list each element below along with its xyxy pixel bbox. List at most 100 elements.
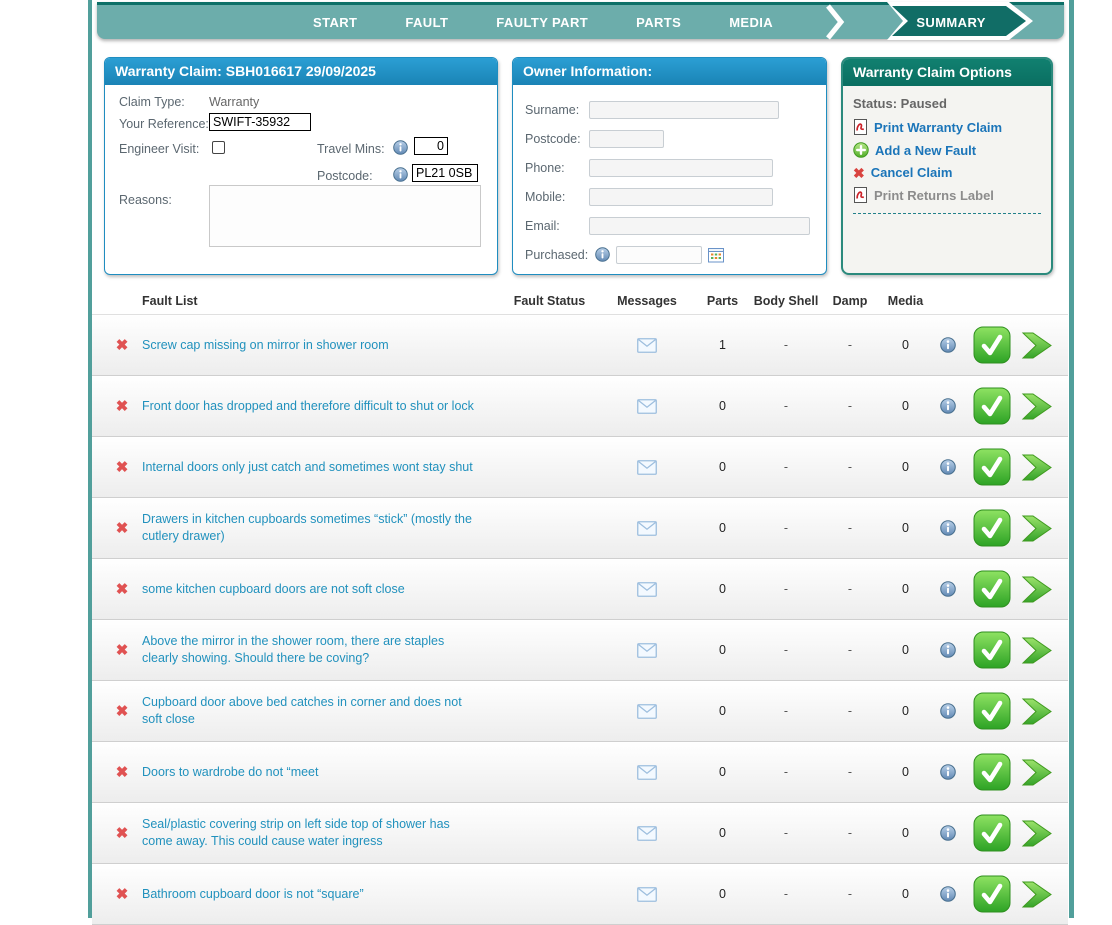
- pdf-icon: [853, 119, 868, 135]
- complete-fault-button[interactable]: [965, 753, 1018, 791]
- nav-step-summary[interactable]: SUMMARY: [887, 2, 1037, 42]
- delete-fault-icon[interactable]: ✖: [102, 641, 142, 659]
- travel-mins-info-icon[interactable]: [393, 140, 408, 155]
- delete-fault-icon[interactable]: ✖: [102, 397, 142, 415]
- messages-envelope-icon[interactable]: [602, 521, 692, 536]
- view-fault-arrow[interactable]: [1018, 388, 1055, 425]
- complete-fault-button[interactable]: [965, 875, 1018, 913]
- fault-link[interactable]: Cupboard door above bed catches in corne…: [142, 694, 497, 728]
- delete-fault-icon[interactable]: ✖: [102, 824, 142, 842]
- complete-fault-button[interactable]: [965, 448, 1018, 486]
- messages-envelope-icon[interactable]: [602, 582, 692, 597]
- fault-info-icon[interactable]: [930, 886, 965, 902]
- fault-info-icon[interactable]: [930, 703, 965, 719]
- engineer-visit-checkbox[interactable]: [212, 141, 225, 154]
- fault-link[interactable]: Front door has dropped and therefore dif…: [142, 398, 497, 415]
- messages-envelope-icon[interactable]: [602, 643, 692, 658]
- travel-mins-input[interactable]: [414, 137, 448, 155]
- delete-fault-icon[interactable]: ✖: [102, 458, 142, 476]
- delete-fault-icon[interactable]: ✖: [102, 702, 142, 720]
- fault-info-icon[interactable]: [930, 581, 965, 597]
- fault-row: ✖ some kitchen cupboard doors are not so…: [92, 559, 1068, 620]
- mobile-input: [589, 188, 773, 206]
- view-fault-arrow[interactable]: [1018, 510, 1055, 547]
- phone-input: [589, 159, 773, 177]
- messages-envelope-icon[interactable]: [602, 704, 692, 719]
- delete-fault-icon[interactable]: ✖: [102, 336, 142, 354]
- complete-fault-button[interactable]: [965, 326, 1018, 364]
- delete-fault-icon[interactable]: ✖: [102, 763, 142, 781]
- damp-value: -: [819, 399, 881, 413]
- complete-fault-button[interactable]: [965, 570, 1018, 608]
- options-dashed-divider: [853, 213, 1041, 214]
- purchased-date-input[interactable]: [616, 246, 702, 264]
- damp-value: -: [819, 521, 881, 535]
- claim-postcode-input[interactable]: [412, 164, 478, 182]
- complete-fault-button[interactable]: [965, 692, 1018, 730]
- fault-link[interactable]: some kitchen cupboard doors are not soft…: [142, 581, 497, 598]
- messages-envelope-icon[interactable]: [602, 460, 692, 475]
- nav-step-faulty-part[interactable]: FAULTY PART: [496, 15, 588, 30]
- header-fault-status: Fault Status: [497, 294, 602, 308]
- fault-info-icon[interactable]: [930, 642, 965, 658]
- nav-step-fault[interactable]: FAULT: [405, 15, 448, 30]
- view-fault-arrow[interactable]: [1018, 571, 1055, 608]
- view-fault-arrow[interactable]: [1018, 327, 1055, 364]
- messages-envelope-icon[interactable]: [602, 338, 692, 353]
- delete-fault-icon[interactable]: ✖: [102, 519, 142, 537]
- parts-count: 0: [692, 643, 753, 657]
- body-shell-value: -: [753, 887, 819, 901]
- fault-link[interactable]: Screw cap missing on mirror in shower ro…: [142, 337, 497, 354]
- view-fault-arrow[interactable]: [1018, 449, 1055, 486]
- fault-link[interactable]: Doors to wardrobe do not “meet: [142, 764, 497, 781]
- header-fault-list: Fault List: [142, 294, 497, 308]
- complete-fault-button[interactable]: [965, 509, 1018, 547]
- complete-fault-button[interactable]: [965, 631, 1018, 669]
- fault-info-icon[interactable]: [930, 398, 965, 414]
- add-new-fault-link[interactable]: Add a New Fault: [853, 142, 1041, 158]
- fault-link[interactable]: Bathroom cupboard door is not “square”: [142, 886, 497, 903]
- owner-information-panel: Owner Information: Surname: Postcode: Ph…: [512, 57, 827, 275]
- warranty-claim-panel: Warranty Claim: SBH016617 29/09/2025 Cla…: [104, 57, 498, 275]
- fault-info-icon[interactable]: [930, 764, 965, 780]
- calendar-icon[interactable]: [708, 247, 725, 263]
- body-shell-value: -: [753, 765, 819, 779]
- messages-envelope-icon[interactable]: [602, 399, 692, 414]
- delete-fault-icon[interactable]: ✖: [102, 885, 142, 903]
- media-count: 0: [881, 521, 930, 535]
- fault-link[interactable]: Seal/plastic covering strip on left side…: [142, 816, 497, 850]
- print-warranty-claim-link[interactable]: Print Warranty Claim: [853, 119, 1041, 135]
- owner-information-panel-title: Owner Information:: [513, 58, 826, 85]
- fault-info-icon[interactable]: [930, 520, 965, 536]
- delete-fault-icon[interactable]: ✖: [102, 580, 142, 598]
- view-fault-arrow[interactable]: [1018, 693, 1055, 730]
- fault-info-icon[interactable]: [930, 825, 965, 841]
- complete-fault-button[interactable]: [965, 387, 1018, 425]
- cancel-claim-link[interactable]: ✖ Cancel Claim: [853, 165, 1041, 180]
- fault-info-icon[interactable]: [930, 459, 965, 475]
- fault-link[interactable]: Above the mirror in the shower room, the…: [142, 633, 497, 667]
- reasons-textarea[interactable]: [209, 185, 481, 247]
- nav-step-start[interactable]: START: [313, 15, 357, 30]
- header-body-shell: Body Shell: [753, 294, 819, 308]
- view-fault-arrow[interactable]: [1018, 754, 1055, 791]
- messages-envelope-icon[interactable]: [602, 887, 692, 902]
- fault-row: ✖ Above the mirror in the shower room, t…: [92, 620, 1068, 681]
- purchased-info-icon[interactable]: [595, 247, 610, 262]
- complete-fault-button[interactable]: [965, 814, 1018, 852]
- nav-step-parts[interactable]: PARTS: [636, 15, 681, 30]
- fault-link[interactable]: Drawers in kitchen cupboards sometimes “…: [142, 511, 497, 545]
- messages-envelope-icon[interactable]: [602, 765, 692, 780]
- claim-postcode-info-icon[interactable]: [393, 167, 408, 182]
- your-reference-input[interactable]: [209, 113, 311, 131]
- fault-info-icon[interactable]: [930, 337, 965, 353]
- fault-link[interactable]: Internal doors only just catch and somet…: [142, 459, 497, 476]
- view-fault-arrow[interactable]: [1018, 632, 1055, 669]
- messages-envelope-icon[interactable]: [602, 826, 692, 841]
- view-fault-arrow[interactable]: [1018, 815, 1055, 852]
- purchased-label: Purchased:: [525, 248, 595, 262]
- warranty-claim-options-panel: Warranty Claim Options Status: Paused Pr…: [841, 57, 1053, 275]
- nav-step-media[interactable]: MEDIA: [729, 15, 773, 30]
- view-fault-arrow[interactable]: [1018, 876, 1055, 913]
- owner-postcode-label: Postcode:: [525, 132, 589, 146]
